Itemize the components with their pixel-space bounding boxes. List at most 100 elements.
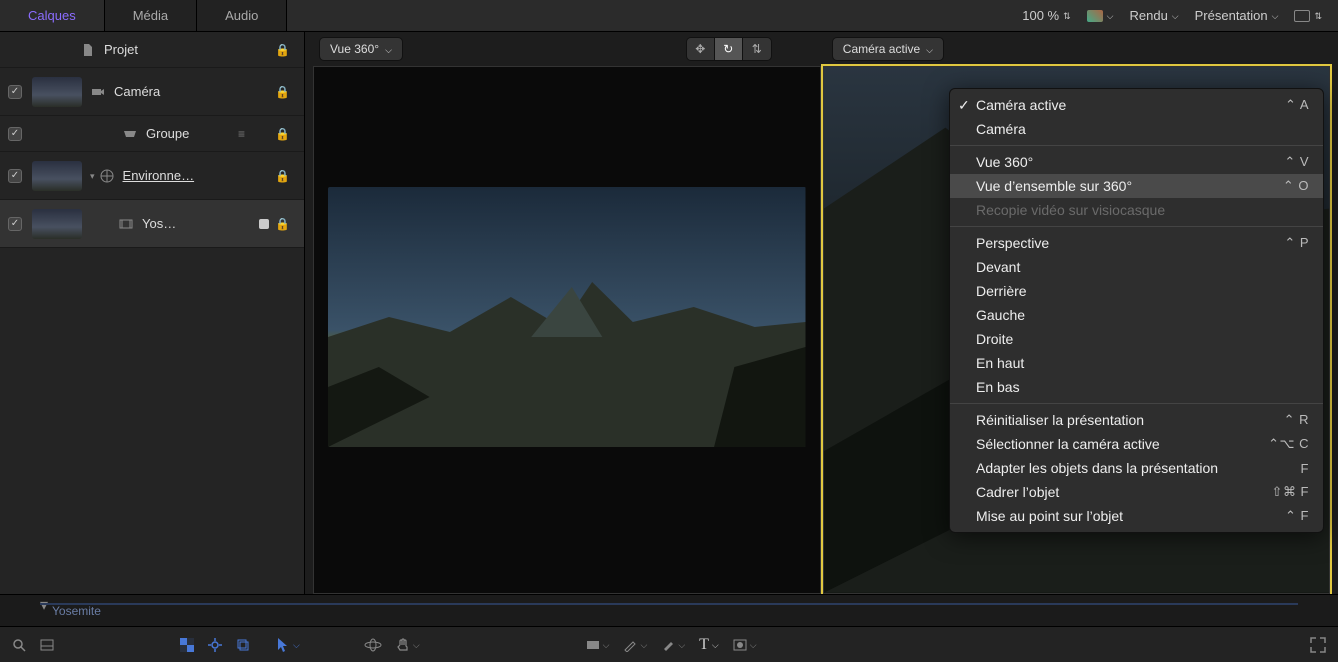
- chevron-down-icon: ⌵: [640, 640, 647, 651]
- clip-label: Yos…: [142, 216, 253, 231]
- menu-label: Vue d’ensemble sur 360°: [976, 178, 1132, 194]
- menu-label: Adapter les objets dans la présentation: [976, 460, 1218, 476]
- panel-icon[interactable]: [40, 638, 54, 652]
- menu-item-left[interactable]: Gauche: [950, 303, 1323, 327]
- lock-icon[interactable]: 🔒: [269, 217, 296, 231]
- menu-item-reset-presentation[interactable]: Réinitialiser la présentation ⌃ R: [950, 408, 1323, 432]
- transform-options-button[interactable]: ⇅: [743, 38, 771, 60]
- render-dropdown[interactable]: Rendu ⌵: [1123, 8, 1184, 23]
- layer-visibility-checkbox[interactable]: ✓: [8, 85, 22, 99]
- chevron-down-icon: ⌵: [712, 640, 719, 651]
- filter-group: [180, 638, 250, 652]
- menu-item-overview360[interactable]: Vue d’ensemble sur 360° ⌃ O: [950, 174, 1323, 198]
- lock-icon[interactable]: 🔒: [269, 85, 296, 99]
- menu-label: Derrière: [976, 283, 1027, 299]
- layer-visibility-checkbox[interactable]: ✓: [8, 169, 22, 183]
- menu-item-camera[interactable]: Caméra: [950, 117, 1323, 141]
- viewer-toolbar: Vue 360° ⌵ ✥ ↻ ⇅ Caméra active ⌵: [305, 32, 1338, 66]
- gear-icon[interactable]: [208, 638, 222, 652]
- layer-visibility-checkbox[interactable]: ✓: [8, 127, 22, 141]
- arrow-tool-button[interactable]: ⌵: [276, 637, 300, 653]
- left-view-dropdown[interactable]: Vue 360° ⌵: [319, 37, 403, 61]
- shortcut-label: ⌃ P: [1284, 235, 1309, 251]
- transform-rotate-button[interactable]: ↻: [715, 38, 743, 60]
- presentation-label: Présentation: [1195, 8, 1268, 23]
- checker-icon[interactable]: [180, 638, 194, 652]
- menu-item-fit-objects[interactable]: Adapter les objets dans la présentation …: [950, 456, 1323, 480]
- layer-thumbnail: [32, 209, 82, 239]
- pen-tool-button[interactable]: ⌵: [623, 638, 647, 652]
- viewport-left[interactable]: [313, 66, 821, 594]
- fullscreen-icon[interactable]: [1310, 637, 1326, 653]
- transform-move-button[interactable]: ✥: [687, 38, 715, 60]
- chevron-down-icon: ⌵: [750, 640, 757, 651]
- layer-row-clip[interactable]: ✓ Yos… 🔒: [0, 200, 304, 248]
- layer-row-camera[interactable]: ✓ Caméra 🔒: [0, 68, 304, 116]
- tab-media[interactable]: Média: [105, 0, 197, 31]
- menu-item-focus-object[interactable]: Mise au point sur l’objet ⌃ F: [950, 504, 1323, 528]
- menu-item-bottom[interactable]: En bas: [950, 375, 1323, 399]
- zoom-label: 100 %: [1022, 8, 1059, 23]
- tab-audio[interactable]: Audio: [197, 0, 287, 31]
- layer-row-group[interactable]: ✓ Groupe ≡ 🔒: [0, 116, 304, 152]
- layer-thumbnail: [32, 161, 82, 191]
- brush-tool-button[interactable]: ⌵: [661, 638, 685, 652]
- left-view-label: Vue 360°: [330, 42, 379, 56]
- layer-visibility-checkbox[interactable]: ✓: [8, 217, 22, 231]
- mask-tool-button[interactable]: ⌵: [733, 638, 757, 652]
- menu-label: Sélectionner la caméra active: [976, 436, 1160, 452]
- playhead-icon[interactable]: ▾: [40, 595, 48, 615]
- lock-icon[interactable]: 🔒: [269, 127, 296, 141]
- menu-item-right[interactable]: Droite: [950, 327, 1323, 351]
- viewport-icon: [1294, 10, 1310, 22]
- rect-tool-button[interactable]: ⌵: [586, 638, 610, 652]
- zoom-dropdown[interactable]: 100 % ⇅: [1016, 8, 1076, 23]
- menu-separator: [950, 226, 1323, 227]
- menu-item-view360[interactable]: Vue 360° ⌃ V: [950, 150, 1323, 174]
- menu-label: Droite: [976, 331, 1013, 347]
- pass-through-icon[interactable]: ≡: [232, 127, 251, 141]
- disclosure-triangle-icon[interactable]: ▾: [90, 171, 95, 182]
- menu-item-frame-object[interactable]: Cadrer l’objet ⇧⌘ F: [950, 480, 1323, 504]
- mini-timeline[interactable]: ▾ Yosemite: [0, 594, 1338, 626]
- project-label: Projet: [104, 42, 269, 57]
- timeline-track[interactable]: [40, 603, 1298, 605]
- layer-row-environment[interactable]: ✓ ▾ Environne… 🔒: [0, 152, 304, 200]
- stack-icon[interactable]: [236, 638, 250, 652]
- color-channel-dropdown[interactable]: ⌵: [1081, 10, 1120, 22]
- menu-separator: [950, 145, 1323, 146]
- right-view-dropdown[interactable]: Caméra active ⌵: [832, 37, 944, 61]
- transform-mode-pill: ✥ ↻ ⇅: [686, 37, 772, 61]
- menu-item-select-active-camera[interactable]: Sélectionner la caméra active ⌃⌥ C: [950, 432, 1323, 456]
- hand-tool-button[interactable]: ⌵: [396, 638, 420, 652]
- check-icon: ✓: [11, 86, 19, 97]
- chevron-down-icon: ⌵: [413, 640, 420, 651]
- presentation-dropdown[interactable]: Présentation ⌵: [1189, 8, 1285, 23]
- menu-item-top[interactable]: En haut: [950, 351, 1323, 375]
- layer-row-project[interactable]: Projet 🔒: [0, 32, 304, 68]
- viewport-layout-dropdown[interactable]: ⇅: [1288, 10, 1328, 22]
- shortcut-label: ⌃⌥ C: [1268, 436, 1309, 452]
- menu-label: Réinitialiser la présentation: [976, 412, 1144, 428]
- menu-item-back[interactable]: Derrière: [950, 279, 1323, 303]
- search-icon[interactable]: [12, 638, 26, 652]
- menu-separator: [950, 403, 1323, 404]
- orbit-tool-button[interactable]: [364, 638, 382, 652]
- menu-item-active-camera[interactable]: ✓ Caméra active ⌃ A: [950, 93, 1323, 117]
- menu-label: Devant: [976, 259, 1020, 275]
- lock-icon[interactable]: 🔒: [269, 43, 296, 57]
- camera-view-menu: ✓ Caméra active ⌃ A Caméra Vue 360° ⌃ V …: [949, 88, 1324, 533]
- check-icon: ✓: [11, 170, 19, 181]
- lock-icon[interactable]: 🔒: [269, 169, 296, 183]
- color-swatch-icon: [1087, 10, 1103, 22]
- shortcut-label: ⌃ O: [1283, 178, 1309, 194]
- chevron-down-icon: ⌵: [603, 640, 610, 651]
- menu-item-perspective[interactable]: Perspective ⌃ P: [950, 231, 1323, 255]
- menu-item-front[interactable]: Devant: [950, 255, 1323, 279]
- text-tool-button[interactable]: T ⌵: [699, 636, 719, 654]
- group-icon: [122, 126, 138, 142]
- layers-panel: Projet 🔒 ✓ Caméra 🔒 ✓ Groupe ≡ 🔒 ✓ ▾: [0, 32, 305, 594]
- tab-layers[interactable]: Calques: [0, 0, 105, 31]
- menu-label: Perspective: [976, 235, 1049, 251]
- shortcut-label: F: [1301, 461, 1309, 476]
